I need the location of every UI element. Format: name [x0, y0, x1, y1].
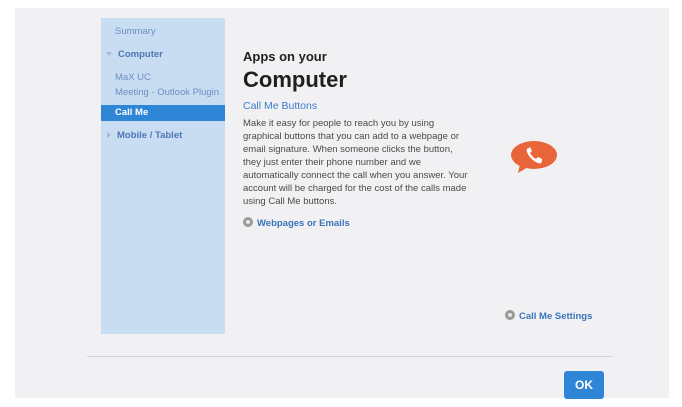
radio-dot-icon [505, 310, 515, 321]
sidebar-section-computer[interactable]: Computer [101, 47, 225, 63]
webpages-or-emails-link[interactable]: Webpages or Emails [243, 217, 350, 231]
sidebar: Summary Computer MaX UC Meeting - Outloo… [101, 18, 225, 334]
page-subtitle: Apps on your [243, 49, 327, 64]
chevron-down-icon [106, 52, 112, 57]
sidebar-item-meeting-outlook-plugin[interactable]: Meeting - Outlook Plugin [101, 85, 225, 101]
call-me-settings-label: Call Me Settings [519, 311, 593, 322]
radio-dot-icon [243, 217, 253, 228]
sidebar-section-label: Computer [118, 49, 163, 60]
sidebar-section-mobile-tablet[interactable]: Mobile / Tablet [101, 128, 225, 144]
sidebar-item-summary[interactable]: Summary [101, 24, 225, 40]
webpages-or-emails-label: Webpages or Emails [257, 218, 350, 229]
footer-divider [87, 356, 613, 357]
ok-button[interactable]: OK [564, 371, 604, 399]
sidebar-item-call-me[interactable]: Call Me [101, 105, 225, 121]
page-title: Computer [243, 67, 347, 92]
call-me-buttons-heading: Call Me Buttons [243, 100, 318, 112]
sidebar-section-label: Mobile / Tablet [117, 130, 183, 141]
phone-bubble-icon [511, 141, 557, 173]
sidebar-item-max-uc[interactable]: MaX UC [101, 70, 225, 86]
call-me-settings-link[interactable]: Call Me Settings [505, 310, 592, 324]
description-text: Make it easy for people to reach you by … [243, 118, 468, 207]
chevron-right-icon [107, 132, 111, 139]
